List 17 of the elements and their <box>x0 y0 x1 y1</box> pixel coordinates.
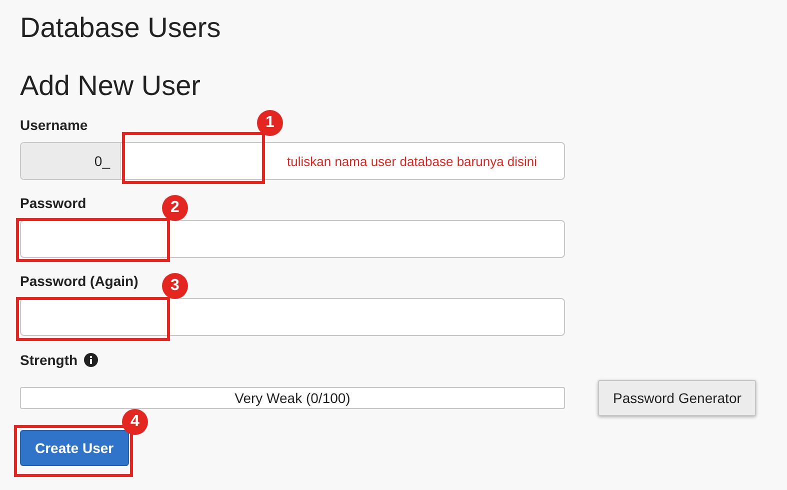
page-title: Database Users <box>20 11 222 45</box>
step-badge: 2 <box>162 195 188 221</box>
step-badge: 1 <box>257 110 283 136</box>
create-user-button[interactable]: Create User <box>20 430 129 466</box>
password-field[interactable] <box>20 298 565 336</box>
field-label: Password <box>20 194 86 212</box>
field-label: Password (Again) <box>20 272 138 290</box>
step-badge: 3 <box>162 273 188 299</box>
password-field[interactable] <box>20 220 565 258</box>
password-generator-button[interactable]: Password Generator <box>598 380 756 416</box>
hint-text: tuliskan nama user database barunya disini <box>287 154 538 169</box>
section-title: Add New User <box>20 69 202 103</box>
strength-label: Strength <box>20 352 78 368</box>
strength-reading: Very Weak (0/100) <box>234 389 352 408</box>
info-icon[interactable] <box>84 353 98 367</box>
step-badge: 4 <box>122 409 148 435</box>
field-label: Username <box>20 116 88 134</box>
